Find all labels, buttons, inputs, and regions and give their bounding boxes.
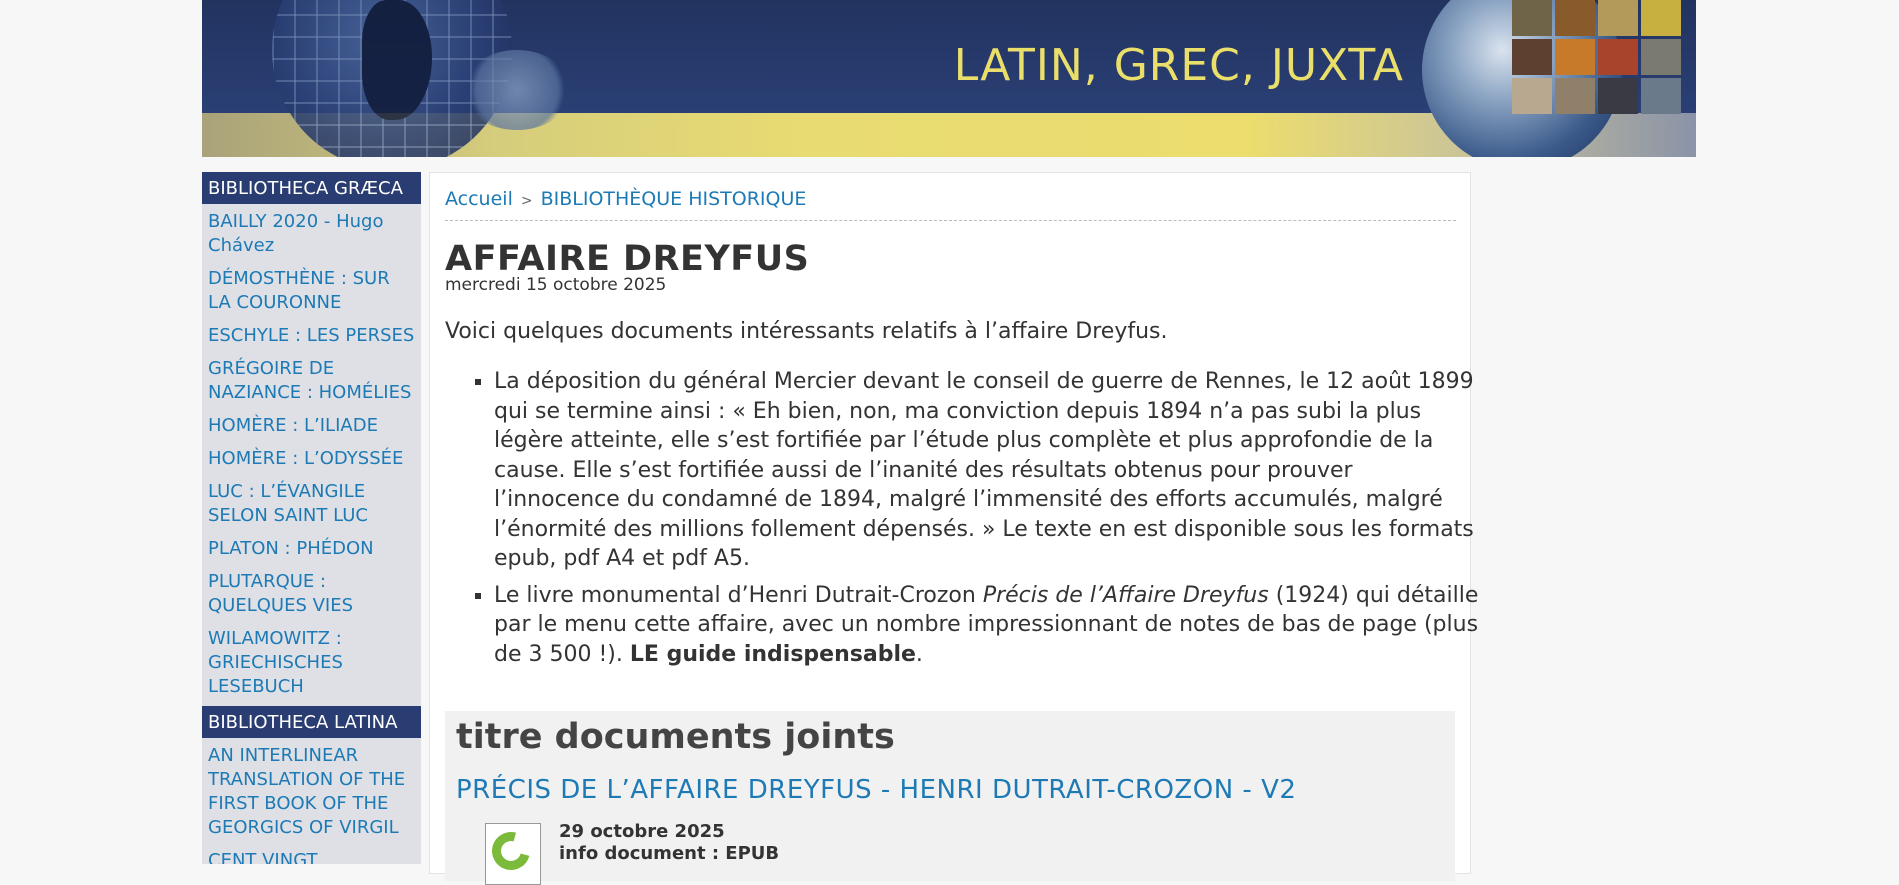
sidebar-item-luc[interactable]: LUC : L’ÉVANGILE SELON SAINT LUC	[202, 478, 421, 535]
sidebar-item-interlinear[interactable]: AN INTERLINEAR TRANSLATION OF THE FIRST …	[202, 742, 421, 847]
article-intro: Voici quelques documents intéressants re…	[445, 319, 1168, 344]
sidebar-item-odyssee[interactable]: HOMÈRE : L’ODYSSÉE	[202, 445, 421, 478]
sidebar-item-eschyle[interactable]: ESCHYLE : LES PERSES	[202, 322, 421, 355]
sidebar-item-iliade[interactable]: HOMÈRE : L’ILIADE	[202, 412, 421, 445]
breadcrumb-separator: >	[520, 193, 533, 209]
article-date: mercredi 15 octobre 2025	[445, 275, 667, 295]
breadcrumb: Accueil > BIBLIOTHÈQUE HISTORIQUE	[445, 188, 1456, 221]
item-text: Le livre monumental d’Henri Dutrait-Croz…	[494, 582, 983, 608]
attachments-heading: titre documents joints	[456, 717, 895, 757]
small-globe-illustration	[462, 50, 572, 130]
sidebar: BIBLIOTHECA GRÆCA BAILLY 2020 - Hugo Chá…	[202, 172, 421, 864]
item-text: .	[915, 641, 923, 667]
site-banner: LATIN, GREC, JUXTA	[202, 0, 1696, 157]
emphasis-text: LE guide indispensable	[629, 641, 916, 667]
sidebar-item-gregoire[interactable]: GRÉGOIRE DE NAZIANCE : HOMÉLIES	[202, 355, 421, 412]
sidebar-heading-latina[interactable]: BIBLIOTHECA LATINA	[202, 706, 421, 738]
sidebar-item-demosthene[interactable]: DÉMOSTHÈNE : SUR LA COURONNE	[202, 265, 421, 322]
epub-icon[interactable]	[485, 823, 541, 885]
photo-mosaic	[1512, 0, 1682, 114]
breadcrumb-section-link[interactable]: BIBLIOTHÈQUE HISTORIQUE	[541, 188, 807, 210]
breadcrumb-home-link[interactable]: Accueil	[445, 188, 513, 210]
list-item: Le livre monumental d’Henri Dutrait-Croz…	[494, 581, 1484, 670]
attachment-link[interactable]: PRÉCIS DE L’AFFAIRE DREYFUS - HENRI DUTR…	[456, 775, 1296, 805]
book-title: Précis de l’Affaire Dreyfus	[982, 582, 1269, 608]
attachment-date: 29 octobre 2025	[559, 821, 725, 842]
page-title: AFFAIRE DREYFUS	[445, 239, 810, 279]
sidebar-heading-graeca[interactable]: BIBLIOTHECA GRÆCA	[202, 172, 421, 204]
main-content: Accueil > BIBLIOTHÈQUE HISTORIQUE AFFAIRE …	[429, 172, 1478, 885]
sidebar-item-cent-vingt[interactable]: CENT VINGT VERSIONS	[202, 847, 421, 864]
document-list: La déposition du général Mercier devant …	[468, 367, 1484, 676]
attachment-info: info document : EPUB	[559, 843, 780, 864]
sidebar-item-plutarque[interactable]: PLUTARQUE : QUELQUES VIES	[202, 568, 421, 625]
sidebar-item-wilamowitz[interactable]: WILAMOWITZ : GRIECHISCHES LESEBUCH	[202, 625, 421, 706]
sidebar-item-phedon[interactable]: PLATON : PHÉDON	[202, 535, 421, 568]
attachments-section: titre documents joints PRÉCIS DE L’AFFAI…	[445, 711, 1455, 885]
sidebar-item-bailly[interactable]: BAILLY 2020 - Hugo Chávez	[202, 208, 421, 265]
list-item: La déposition du général Mercier devant …	[494, 367, 1484, 574]
site-title[interactable]: LATIN, GREC, JUXTA	[954, 40, 1404, 91]
